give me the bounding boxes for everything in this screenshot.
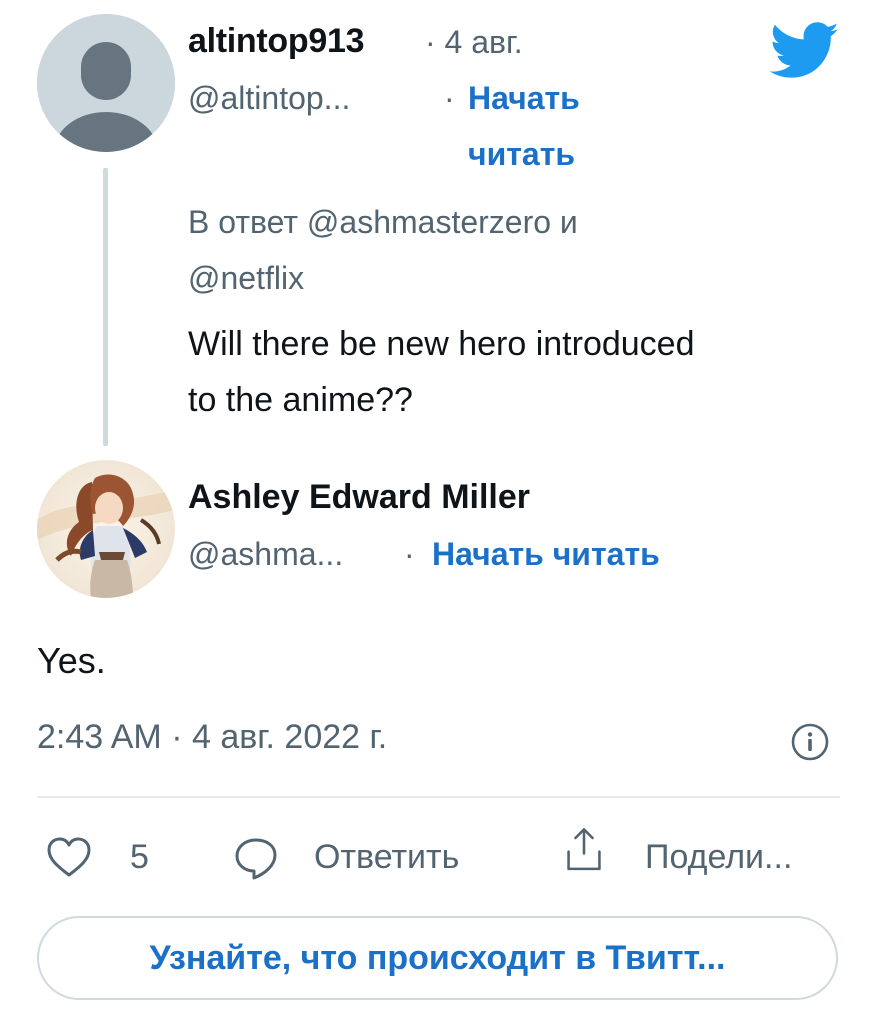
share-button[interactable]: Подели... [645,838,792,877]
main-display-name[interactable]: Ashley Edward Miller [188,478,530,517]
anime-character-avatar [37,460,175,598]
like-count[interactable]: 5 [130,838,149,877]
main-handle-dot: · [404,536,415,572]
divider [37,796,840,798]
reply-button[interactable]: Ответить [314,838,459,877]
parent-display-name[interactable]: altintop913 [188,22,364,61]
parent-handle-dot: · [444,80,455,116]
explore-twitter-button[interactable]: Узнайте, что происходит в Твитт... [37,916,838,1000]
reply-to-line2[interactable]: @netflix [188,250,748,306]
parent-handle[interactable]: @altintop... [188,80,350,117]
parent-text-line2: to the anime?? [188,381,413,419]
explore-twitter-label: Узнайте, что происходит в Твитт... [149,938,726,977]
info-icon[interactable] [790,722,830,762]
parent-tweet-text: Will there be new hero introduced to the… [188,316,858,428]
twitter-bird-icon[interactable] [770,22,840,80]
heart-icon[interactable] [45,834,93,882]
reply-bubble-icon[interactable] [232,834,280,882]
parent-follow-button[interactable]: Начать [468,80,580,117]
avatar-altintop913[interactable] [37,14,175,152]
share-icon[interactable] [560,826,608,874]
avatar-ashley-edward-miller[interactable] [37,460,175,598]
tweet-timestamp[interactable]: 2:43 AM · 4 авг. 2022 г. [37,718,387,757]
parent-date[interactable]: · 4 авг. [425,24,523,61]
main-follow-button[interactable]: Начать читать [432,536,660,573]
main-handle[interactable]: @ashma... [188,536,343,573]
reply-to-info: В ответ @ashmasterzero и @netflix [188,194,748,306]
parent-text-line1: Will there be new hero introduced [188,325,695,363]
main-tweet-text: Yes. [37,640,106,681]
parent-follow-button-line2[interactable]: читать [468,136,575,173]
reply-to-line1[interactable]: В ответ @ashmasterzero и [188,194,748,250]
thread-connector-line [103,168,108,446]
default-avatar-icon [37,14,175,152]
